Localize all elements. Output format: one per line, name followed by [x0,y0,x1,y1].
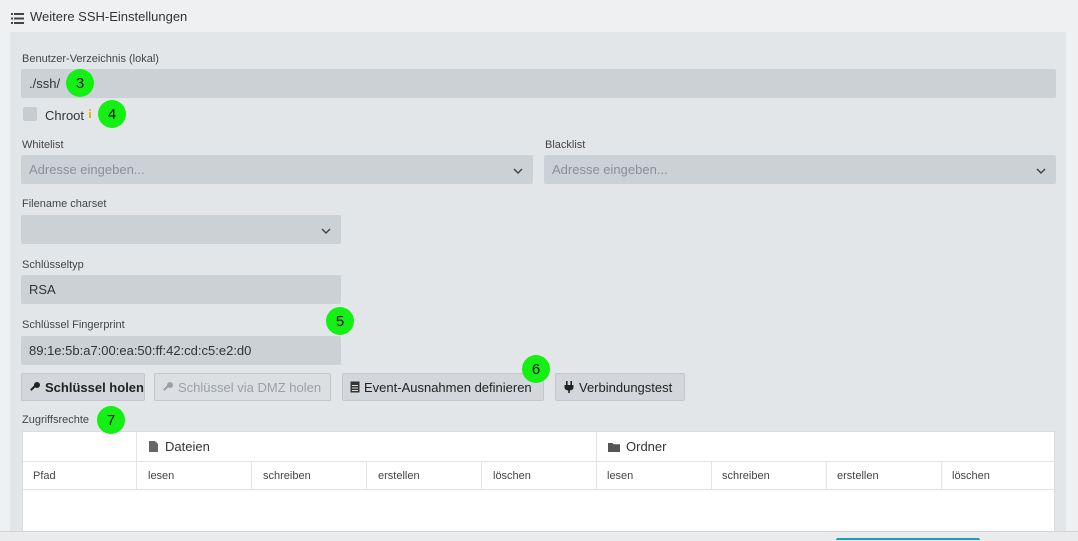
marker-badge: 5 [326,307,354,335]
chevron-down-icon [513,164,523,175]
user-dir-value: ./ssh/ [29,76,61,91]
get-key-label: Schlüssel holen [45,379,144,395]
col-folders-read[interactable]: lesen [607,462,633,490]
keytype-value: RSA [29,282,56,297]
chroot-label: Chroot [45,108,85,123]
fingerprint-field: 89:1e:5b:a7:00:ea:50:ff:42:cd:c5:e2:d0 [21,336,341,365]
keytype-field: RSA [21,275,341,304]
get-key-dmz-button[interactable]: Schlüssel via DMZ holen [154,373,331,401]
chevron-down-icon [1036,164,1046,175]
connection-test-button[interactable]: Verbindungstest [555,373,685,401]
blacklist-label: Blacklist [545,139,586,151]
event-exceptions-button[interactable]: Event-Ausnahmen definieren [342,373,544,401]
fingerprint-value: 89:1e:5b:a7:00:ea:50:ff:42:cd:c5:e2:d0 [29,343,252,358]
charset-select[interactable] [21,215,341,244]
keytype-label: Schlüsseltyp [22,259,84,271]
section-title: Weitere SSH-Einstellungen [30,9,188,24]
section-header[interactable]: Weitere SSH-Einstellungen [0,0,1078,33]
chroot-checkbox[interactable] [23,107,37,121]
marker-badge: 7 [97,406,125,434]
marker-badge: 6 [522,355,550,383]
blacklist-select[interactable]: Adresse eingeben... [544,155,1056,184]
user-dir-label: Benutzer-Verzeichnis (lokal) [22,53,159,65]
connection-test-label: Verbindungstest [579,379,673,395]
folder-icon [608,442,620,452]
get-key-dmz-label: Schlüssel via DMZ holen [178,379,322,395]
file-icon [149,441,158,452]
document-icon [350,381,360,393]
col-files-create[interactable]: erstellen [378,462,420,490]
plug-icon [564,381,574,393]
whitelist-label: Whitelist [22,139,64,151]
list-icon [11,11,24,24]
charset-label: Filename charset [22,198,107,210]
key-icon [163,382,173,391]
get-key-button[interactable]: Schlüssel holen [21,373,145,401]
blacklist-placeholder: Adresse eingeben... [552,162,668,177]
key-icon [30,382,40,391]
marker-badge: 3 [66,69,94,97]
files-group-label: Dateien [165,439,210,454]
chevron-down-icon [321,224,331,235]
col-folders-write[interactable]: schreiben [722,462,770,490]
col-files-read[interactable]: lesen [148,462,174,490]
info-icon [88,105,92,118]
access-table: Dateien Ordner Pfad lesen schreiben erst… [22,431,1055,540]
col-files-delete[interactable]: löschen [493,462,531,490]
marker-badge: 4 [98,100,126,128]
access-title: Zugriffsrechte [22,414,90,426]
files-group-header: Dateien [149,432,210,461]
user-dir-input[interactable]: ./ssh/ [21,69,1056,98]
event-exceptions-label: Event-Ausnahmen definieren [364,379,532,395]
col-folders-delete[interactable]: löschen [952,462,990,490]
col-folders-create[interactable]: erstellen [837,462,879,490]
col-path[interactable]: Pfad [33,462,56,490]
folders-group-header: Ordner [608,432,666,461]
fingerprint-label: Schlüssel Fingerprint [22,319,125,331]
whitelist-placeholder: Adresse eingeben... [29,162,145,177]
whitelist-select[interactable]: Adresse eingeben... [21,155,533,184]
col-files-write[interactable]: schreiben [263,462,311,490]
folders-group-label: Ordner [626,439,667,454]
